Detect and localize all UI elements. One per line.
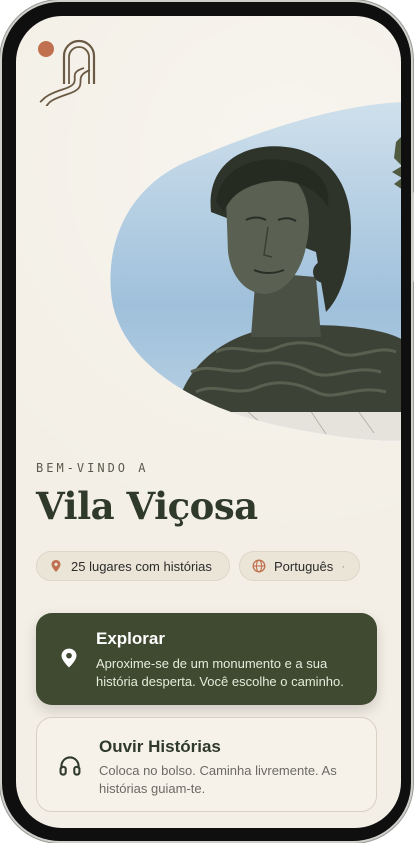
phone-frame: BEM-VINDO A Vila Viçosa 25 lugares com h… xyxy=(2,2,414,841)
language-dropdown-indicator: · xyxy=(341,559,346,573)
places-count-label: 25 lugares com histórias xyxy=(71,558,212,574)
places-count-chip[interactable]: 25 lugares com histórias xyxy=(36,551,230,581)
globe-icon xyxy=(252,559,266,573)
listen-stories-description: Coloca no bolso. Caminha livremente. As … xyxy=(99,763,337,796)
map-pin-icon xyxy=(49,559,63,573)
language-selector[interactable]: Português · xyxy=(239,551,360,581)
language-label: Português xyxy=(274,558,334,574)
welcome-overline: BEM-VINDO A xyxy=(36,461,149,475)
location-pin-icon xyxy=(61,648,77,668)
explore-description: Aproxime-se de um monumento e a sua hist… xyxy=(96,656,344,689)
power-button xyxy=(411,192,414,282)
statue-illustration xyxy=(110,102,401,441)
page-title: Vila Viçosa xyxy=(36,484,258,528)
listen-stories-button[interactable]: Ouvir Histórias Coloca no bolso. Caminha… xyxy=(36,717,377,812)
explore-button[interactable]: Explorar Aproxime-se de um monumento e a… xyxy=(36,613,377,705)
listen-stories-title: Ouvir Histórias xyxy=(99,737,221,756)
explore-title: Explorar xyxy=(96,629,165,648)
arch-road-logo xyxy=(38,39,96,106)
headphones-icon xyxy=(59,756,81,776)
app-screen: BEM-VINDO A Vila Viçosa 25 lugares com h… xyxy=(16,16,401,828)
